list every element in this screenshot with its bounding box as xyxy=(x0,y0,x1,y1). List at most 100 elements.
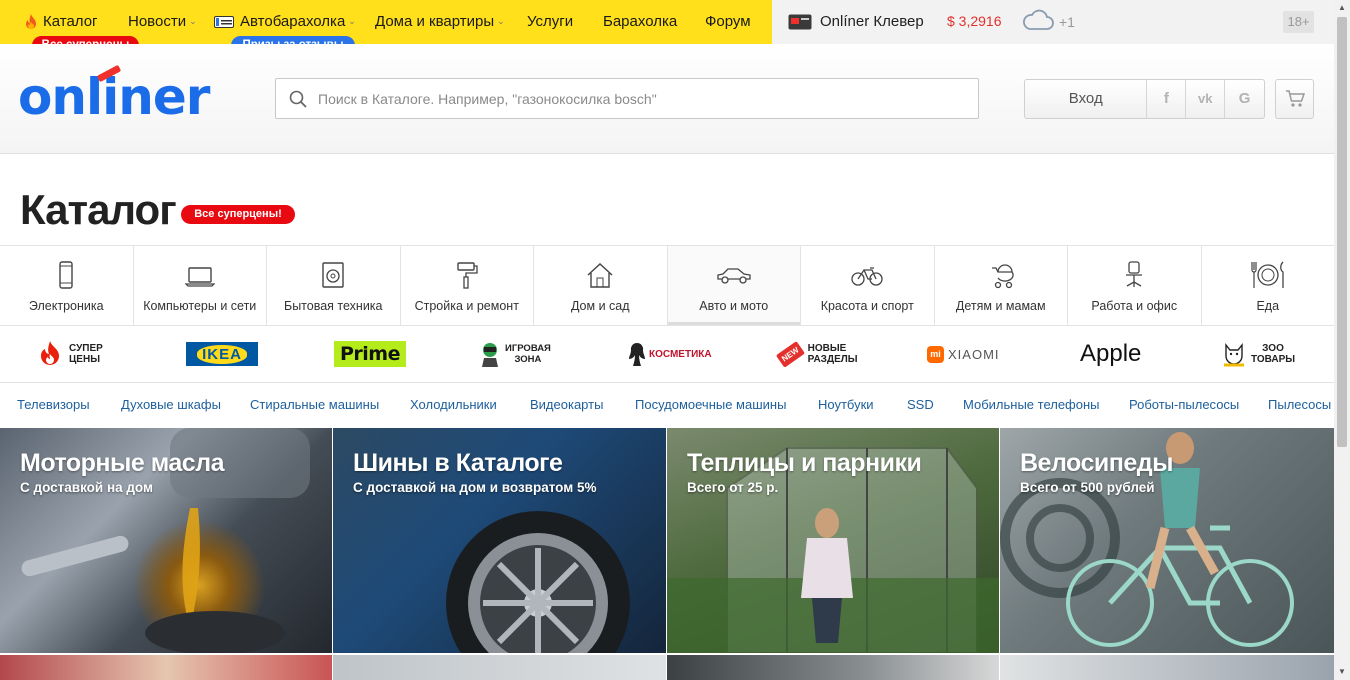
brand-zoo[interactable]: ЗОО ТОВАРЫ xyxy=(1222,340,1295,368)
laptop-icon xyxy=(184,267,215,287)
topnav-forum[interactable]: Форум xyxy=(705,13,751,30)
topnav-baraholka-label: Барахолка xyxy=(603,13,678,30)
quick-link[interactable]: Холодильники xyxy=(410,397,497,412)
facebook-icon: f xyxy=(1163,90,1169,107)
brand-super-prices[interactable]: СУПЕР ЦЕНЫ xyxy=(38,340,103,368)
search-icon xyxy=(289,90,307,108)
paint-roller-icon xyxy=(457,262,478,289)
category-kids[interactable]: Детям и мамам xyxy=(935,246,1068,325)
banner-greenhouses[interactable]: Теплицы и парники Всего от 25 р. xyxy=(667,428,999,653)
banner-title: Велосипеды xyxy=(1020,449,1173,477)
banner-row2-1[interactable] xyxy=(0,655,332,680)
quick-link[interactable]: SSD xyxy=(907,397,934,412)
quick-link[interactable]: Духовые шкафы xyxy=(121,397,221,412)
banner-motor-oils[interactable]: Моторные масла С доставкой на дом xyxy=(0,428,332,653)
cart-button[interactable] xyxy=(1275,79,1314,119)
topnav-autobaraholka[interactable]: Автобарахолка ⌄ xyxy=(214,13,356,30)
chevron-down-icon: ⌄ xyxy=(189,16,197,26)
stroller-icon xyxy=(991,264,1014,289)
google-login-button[interactable]: G xyxy=(1225,80,1264,118)
banner-row2-4[interactable] xyxy=(1000,655,1334,680)
weather-value: +1 xyxy=(1059,14,1075,30)
quick-link[interactable]: Ноутбуки xyxy=(818,397,874,412)
category-label: Красота и спорт xyxy=(820,299,914,313)
brand-game-line2: ЗОНА xyxy=(514,354,542,365)
topnav-realty[interactable]: Дома и квартиры ⌄ xyxy=(375,13,505,30)
vk-icon: vk xyxy=(1198,91,1213,106)
category-computers[interactable]: Компьютеры и сети xyxy=(134,246,267,325)
quick-link[interactable]: Роботы-пылесосы xyxy=(1129,397,1239,412)
brand-cosmetics[interactable]: КОСМЕТИКА xyxy=(628,340,712,368)
currency-rate[interactable]: $ 3,2916 xyxy=(947,13,1002,29)
woman-face-icon xyxy=(629,342,645,366)
category-appliances[interactable]: Бытовая техника xyxy=(267,246,401,325)
category-auto-moto[interactable]: Авто и мото xyxy=(667,246,801,325)
clever-link[interactable]: Onlíner Клевер xyxy=(788,13,924,30)
brand-apple[interactable]: Apple xyxy=(1080,340,1141,368)
brand-new-sections[interactable]: NEW НОВЫЕ РАЗДЕЛЫ xyxy=(775,340,858,368)
chevron-down-icon: ⌄ xyxy=(497,16,505,26)
quick-link[interactable]: Стиральные машины xyxy=(250,397,379,412)
fire-icon xyxy=(41,341,59,365)
topnav-news[interactable]: Новости ⌄ xyxy=(128,13,197,30)
search-box[interactable] xyxy=(275,78,979,119)
house-icon xyxy=(587,263,613,288)
category-electronics[interactable]: Электроника xyxy=(0,246,134,325)
age-badge: 18+ xyxy=(1283,11,1314,33)
scrollbar-thumb[interactable] xyxy=(1337,17,1347,447)
new-badge: NEW xyxy=(775,340,805,368)
topnav-news-label: Новости xyxy=(128,13,187,30)
cart-icon xyxy=(1285,90,1305,107)
vk-login-button[interactable]: vk xyxy=(1186,80,1226,118)
category-home-garden[interactable]: Дом и сад xyxy=(534,246,668,325)
facebook-login-button[interactable]: f xyxy=(1147,80,1187,118)
category-work-office[interactable]: Работа и офис xyxy=(1068,246,1202,325)
topnav-forum-label: Форум xyxy=(705,13,751,30)
brand-new-line2: РАЗДЕЛЫ xyxy=(807,354,858,365)
onliner-logo[interactable]: onliner xyxy=(18,68,210,126)
cat-icon xyxy=(1224,343,1244,367)
category-label: Еда xyxy=(1256,299,1280,313)
topnav-services[interactable]: Услуги xyxy=(527,13,573,30)
gamer-mascot-icon xyxy=(482,343,498,367)
category-construction[interactable]: Стройка и ремонт xyxy=(401,246,534,325)
brand-ikea[interactable]: IKEA xyxy=(186,342,258,366)
topnav-baraholka[interactable]: Барахолка xyxy=(603,13,677,30)
brand-xiaomi[interactable]: mi XIAOMI xyxy=(927,340,1000,368)
brand-game-line1: ИГРОВАЯ xyxy=(505,343,551,354)
search-input[interactable] xyxy=(318,79,968,118)
banner-bicycles[interactable]: Велосипеды Всего от 500 рублей xyxy=(1000,428,1334,653)
banner-tires[interactable]: Шины в Каталоге С доставкой на дом и воз… xyxy=(333,428,666,653)
car-icon xyxy=(717,268,751,284)
top-bar: Каталог Новости ⌄ Автобарахолка ⌄ Дома и… xyxy=(0,0,1334,44)
brand-zoo-line2: ТОВАРЫ xyxy=(1251,354,1296,365)
category-food[interactable]: Еда xyxy=(1202,246,1335,325)
page: Каталог Новости ⌄ Автобарахолка ⌄ Дома и… xyxy=(0,0,1334,680)
brand-game-zone[interactable]: ИГРОВАЯ ЗОНА xyxy=(480,340,551,368)
quick-link[interactable]: Пылесосы xyxy=(1268,397,1331,412)
banner-row2-3[interactable] xyxy=(667,655,999,680)
login-button[interactable]: Вход xyxy=(1025,80,1148,118)
topnav-autobaraholka-label: Автобарахолка xyxy=(240,13,346,30)
fire-icon xyxy=(26,13,36,29)
page-scrollbar[interactable]: ▲ ▼ xyxy=(1334,0,1350,680)
quick-link[interactable]: Мобильные телефоны xyxy=(963,397,1100,412)
banner-subtitle: С доставкой на дом и возвратом 5% xyxy=(353,480,597,495)
brand-super-line1: СУПЕР xyxy=(69,343,103,354)
category-beauty-sport[interactable]: Красота и спорт xyxy=(801,246,935,325)
category-label: Дом и сад xyxy=(570,299,630,313)
scroll-up-icon[interactable]: ▲ xyxy=(1334,0,1350,16)
banner-subtitle: Всего от 25 р. xyxy=(687,480,779,495)
page-title-badge[interactable]: Все суперцены! xyxy=(181,205,295,224)
topnav-catalog[interactable]: Каталог xyxy=(24,13,98,30)
banner-row2-2[interactable] xyxy=(333,655,666,680)
brand-prime[interactable]: Prime xyxy=(334,341,406,367)
scroll-down-icon[interactable]: ▼ xyxy=(1334,664,1350,680)
weather[interactable]: +1 xyxy=(1022,9,1075,31)
quick-link[interactable]: Видеокарты xyxy=(530,397,603,412)
clever-card-icon xyxy=(788,14,812,29)
quick-link[interactable]: Посудомоечные машины xyxy=(635,397,786,412)
category-label: Стройка и ремонт xyxy=(414,299,519,313)
currency-value: $ 3,2916 xyxy=(947,13,1002,29)
quick-link[interactable]: Телевизоры xyxy=(17,397,90,412)
